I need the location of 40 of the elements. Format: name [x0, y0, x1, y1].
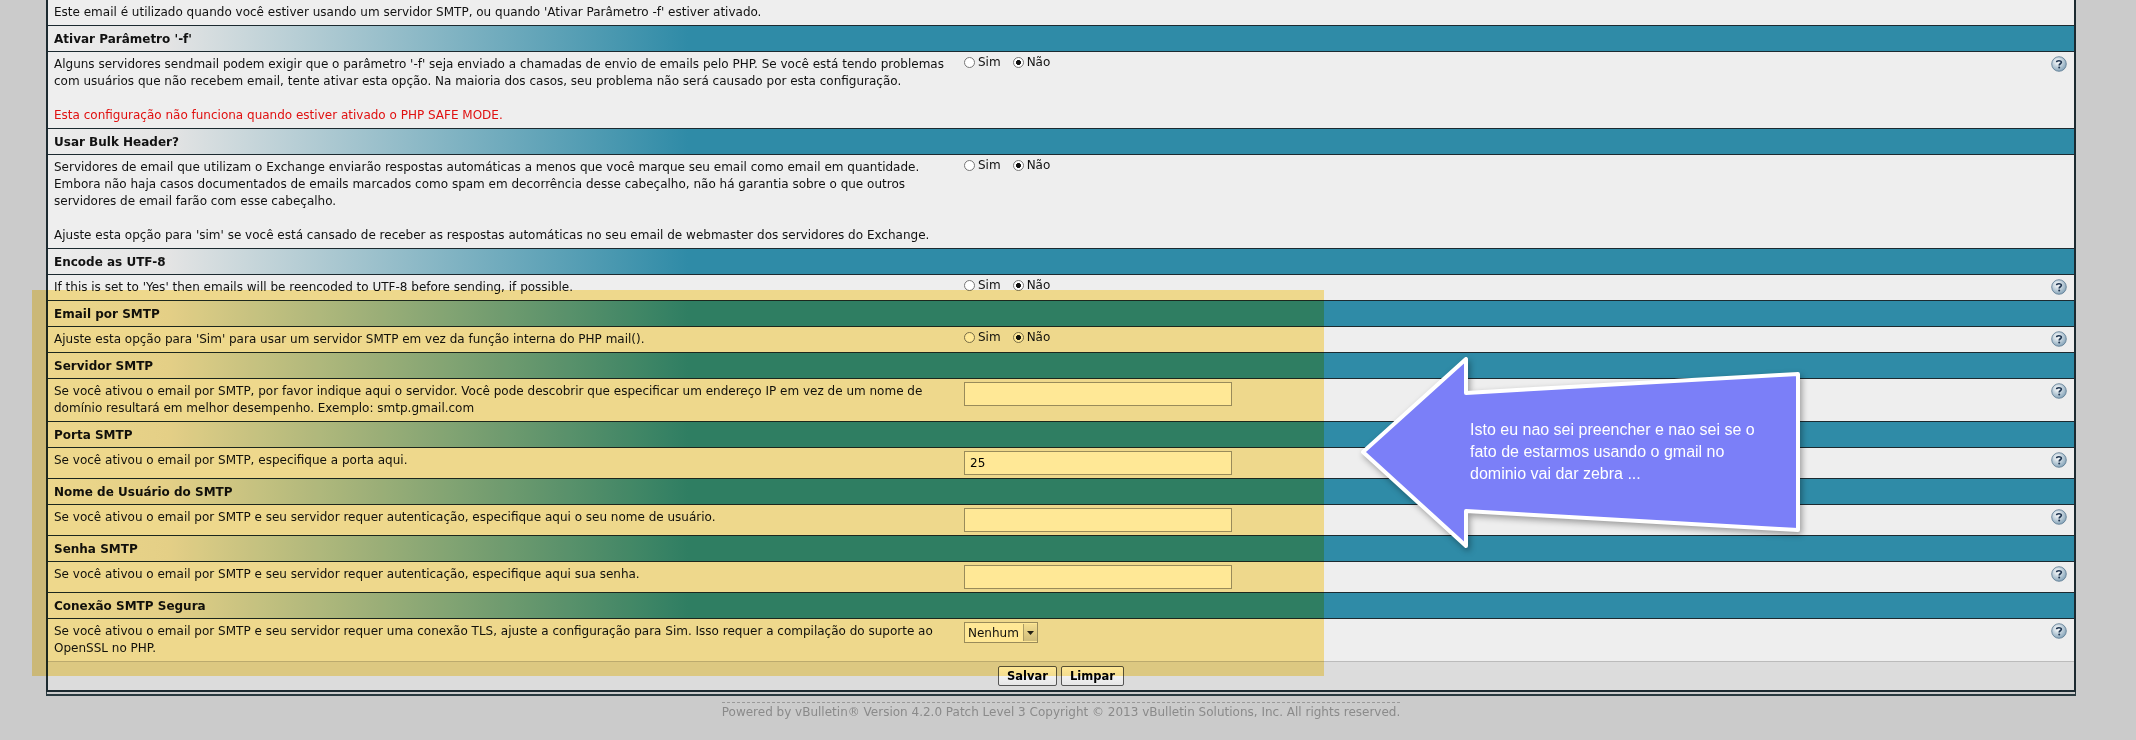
help-icon[interactable]: [2051, 56, 2067, 72]
setting-description: Alguns servidores sendmail podem exigir que o parâmetro '-f' seja enviado a chamadas de envio de emails pelo PHP. Se você está tendo problemas com usuários que não recebem email, tente ativar esta opção. Na maioria dos casos, seu problema não será causado por esta configuração.: [54, 56, 945, 90]
radio-label[interactable]: Não: [1026, 158, 1051, 172]
setting-description: Se você ativou o email por SMTP, especifique a porta aqui.: [54, 452, 409, 469]
help-icon[interactable]: [2051, 279, 2067, 295]
radio-circle[interactable]: [964, 159, 975, 171]
setting-description: Servidores de email que utilizam o Exchange enviarão respostas automáticas a menos que você marque seu email como email em quantidade. Embora não haja casos documentados de emails marcados como spam em decorrência desse cabeçalho, não há garantia sobre o que outros servidores de email farão com esse cabeçalho.: [54, 159, 921, 210]
warning-text: Esta configuração não funciona quando estiver ativado o PHP SAFE MODE.: [54, 107, 504, 124]
radio-label[interactable]: Não: [1026, 330, 1051, 344]
setting-header: Usar Bulk Header?: [48, 128, 2074, 155]
radio-circle[interactable]: [1012, 159, 1024, 171]
radio-circle[interactable]: [1012, 56, 1024, 68]
radio-label[interactable]: Sim: [978, 278, 1001, 292]
help-icon[interactable]: [2051, 623, 2067, 639]
help-icon[interactable]: [2051, 331, 2067, 347]
setting-description: Este email é utilizado quando você estiver usando um servidor SMTP, ou quando 'Ativar Parâmetro -f' estiver ativado.: [54, 4, 763, 21]
setting-description: If this is set to 'Yes' then emails will be reencoded to UTF-8 before sending, if possible.: [54, 279, 575, 296]
radio-label[interactable]: Sim: [978, 330, 1001, 344]
setting-description: Se você ativou o email por SMTP e seu servidor requer autenticação, especifique aqui sua senha.: [54, 566, 641, 583]
setting-description: Ajuste esta opção para 'Sim' para usar um servidor SMTP em vez da função interna do PHP mail().: [54, 331, 646, 348]
radio-option[interactable]: Sim: [964, 55, 1001, 69]
radio-option[interactable]: Não: [1012, 158, 1051, 172]
radio-label[interactable]: Não: [1026, 55, 1051, 69]
setting-description: Se você ativou o email por SMTP, por favor indique aqui o servidor. Você pode descobrir que especificar um endereço IP em vez de um nome de domínio resultará em melhor desempenho. Exemplo: smtp.gmail.com: [54, 383, 924, 417]
help-icon[interactable]: [2051, 383, 2067, 399]
help-icon[interactable]: [2051, 452, 2067, 468]
radio-option[interactable]: Não: [1012, 55, 1051, 69]
setting-description: Se você ativou o email por SMTP e seu servidor requer autenticação, especifique aqui o seu nome de usuário.: [54, 509, 717, 526]
setting-header: Encode as UTF-8: [48, 248, 2074, 275]
radio-label[interactable]: Não: [1026, 278, 1051, 292]
help-icon[interactable]: [2051, 509, 2067, 525]
setting-description: Ajuste esta opção para 'sim' se você está cansado de receber as respostas automáticas no seu email de webmaster dos servidores do Exchange.: [54, 227, 931, 244]
setting-header: Ativar Parâmetro '-f': [48, 25, 2074, 52]
setting-description: Se você ativou o email por SMTP e seu servidor requer uma conexão TLS, ajuste a configuração para Sim. Isso requer a compilação do suporte ao OpenSSL no PHP.: [54, 623, 934, 657]
radio-option[interactable]: Sim: [964, 158, 1001, 172]
help-icon[interactable]: [2051, 566, 2067, 582]
footer-copyright: Powered by vBulletin® Version 4.2.0 Patch Level 3 Copyright © 2013 vBulletin Solutions, Inc. All rights reserved.: [721, 702, 1401, 719]
radio-label[interactable]: Sim: [978, 55, 1001, 69]
radio-label[interactable]: Sim: [978, 158, 1001, 172]
radio-circle[interactable]: [964, 56, 975, 68]
